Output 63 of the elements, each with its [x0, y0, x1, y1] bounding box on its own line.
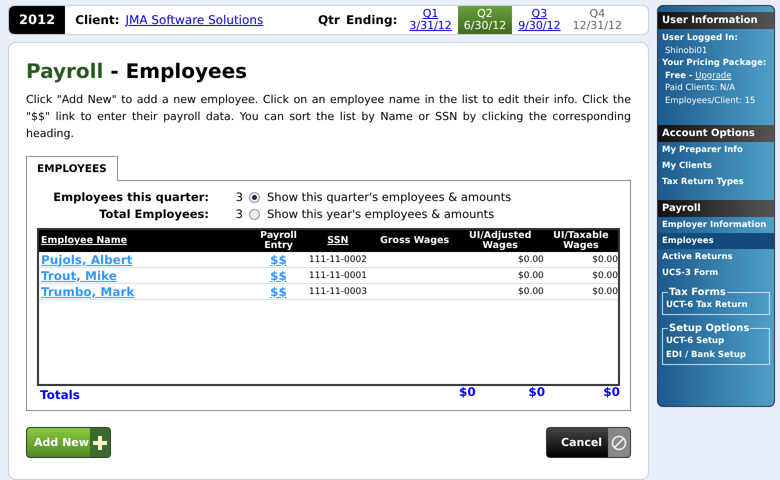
ssn-cell-text: 111-11-0002 — [308, 254, 368, 264]
radio-button[interactable] — [249, 192, 260, 202]
total-adjusted: $0 — [527, 385, 546, 399]
sidebar-item[interactable]: My Clients — [658, 158, 774, 174]
package-text: Free - — [665, 70, 692, 80]
group-title: Tax Forms — [668, 287, 727, 298]
radio-label: Show this year's employees & amounts — [267, 207, 494, 221]
instructions-text: Click "Add New" to add a new employee. Click on an employee name in the list to edit their info. Click the "$$" link to enter their payroll data. You can sort the list by Name or SSN by clicking the corresponding heading. — [26, 92, 631, 142]
sidebar-item[interactable]: UCS-3 Form — [658, 265, 774, 281]
sidebar-item[interactable]: Tax Return Types — [658, 174, 774, 190]
plus-icon — [90, 428, 110, 457]
taxable-wages-cell-text: $0.00 — [591, 270, 618, 280]
cancel-button[interactable]: Cancel — [546, 427, 631, 458]
totals-label: Totals — [39, 388, 81, 402]
taxable-wages-cell-text: $0.00 — [591, 254, 618, 264]
column-header: Gross Wages — [379, 236, 450, 246]
column-header: Payroll Entry — [259, 231, 298, 251]
quarter-link[interactable]: Q3 9/30/12 — [512, 6, 567, 34]
year-badge: 2012 — [9, 6, 66, 34]
quarter-tab[interactable]: Q2 6/30/12 — [458, 6, 512, 34]
taxable-wages-cell-text: $0.00 — [591, 286, 618, 296]
total-taxable: $0 — [602, 385, 620, 399]
cancel-icon — [608, 428, 630, 457]
adjusted-wages-cell-text: $0.00 — [517, 286, 544, 296]
group-title: Setup Options — [668, 323, 750, 334]
info-label: Your Pricing Package: — [662, 57, 768, 70]
radio-button[interactable] — [249, 208, 260, 220]
ssn-cell-text: 111-11-0003 — [308, 286, 368, 296]
count-label: Employees this quarter: — [52, 190, 209, 204]
column-header[interactable]: SSN — [303, 236, 373, 246]
section-header: User Information — [658, 12, 774, 29]
column-header: UI/Adjusted Wages — [468, 231, 532, 251]
adjusted-wages-cell-text: $0.00 — [517, 270, 544, 280]
info-label: User Logged In: — [662, 32, 739, 44]
ssn-cell-text: 111-11-0001 — [308, 270, 368, 280]
count-label: Total Employees: — [98, 207, 209, 221]
paid-clients-text: Paid Clients: N/A — [664, 82, 736, 94]
quarter-link[interactable]: Q1 3/31/12 — [403, 6, 458, 34]
section-header: Account Options — [658, 125, 774, 142]
total-gross: $0 — [458, 385, 476, 399]
client-link[interactable]: JMA Software Solutions — [125, 13, 264, 27]
column-header: UI/Taxable Wages — [552, 231, 610, 251]
quarter-text: Q4 12/31/12 — [572, 6, 623, 34]
upgrade-link[interactable]: Upgrade — [695, 70, 732, 80]
page-title: Payroll - Employees — [26, 59, 248, 83]
tab[interactable]: EMPLOYEES — [26, 156, 118, 181]
sidebar-item[interactable]: UCT-6 Setup — [663, 334, 769, 348]
sidebar-item[interactable]: My Preparer Info — [658, 142, 774, 158]
column-header[interactable]: Employee Name — [39, 236, 254, 246]
sidebar-item[interactable]: Active Returns — [658, 249, 774, 265]
employees-per-client-text: Employees/Client: 15 — [664, 94, 756, 107]
quarter-label: Qtr Ending: — [318, 13, 398, 27]
sidebar-item[interactable]: Employer Information — [658, 217, 774, 233]
client-label: Client: — [75, 13, 120, 27]
radio-label: Show this quarter's employees & amounts — [267, 190, 512, 204]
adjusted-wages-cell-text: $0.00 — [517, 254, 544, 264]
section-header: Payroll — [658, 200, 774, 217]
sidebar-item[interactable]: UCT-6 Tax Return — [663, 298, 769, 312]
count-value: 3 — [234, 207, 243, 221]
username-text: Shinobi01 — [664, 44, 708, 57]
count-value: 3 — [234, 190, 243, 204]
sidebar-item[interactable]: EDI / Bank Setup — [663, 348, 769, 362]
sidebar-item[interactable]: Employees — [658, 233, 774, 249]
